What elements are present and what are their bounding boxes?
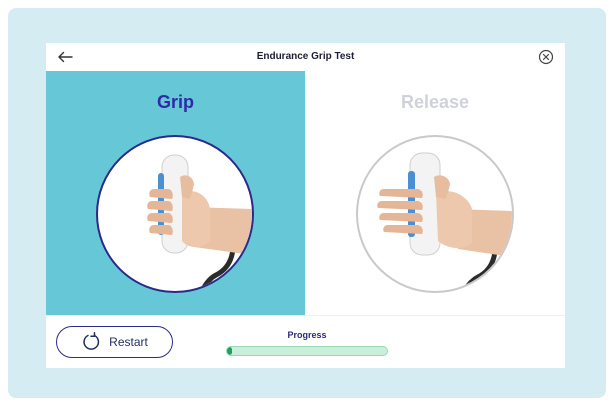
restart-label: Restart — [109, 335, 148, 349]
release-label: Release — [400, 92, 470, 112]
progress-bar — [226, 346, 388, 356]
progress-fill — [227, 347, 232, 355]
release-pane: Release — [305, 71, 565, 315]
close-button[interactable] — [537, 48, 555, 66]
screen-header: Endurance Grip Test — [46, 43, 565, 71]
restart-button[interactable]: Restart — [56, 326, 173, 358]
device-screen: Endurance Grip Test Grip Release Restart… — [46, 43, 565, 368]
close-circle-icon — [538, 49, 554, 65]
hand-releasing-device-icon — [377, 152, 512, 291]
grip-pane: Grip — [46, 71, 305, 315]
hand-gripping-device-icon — [147, 154, 252, 291]
release-image-circle — [356, 135, 514, 293]
grip-label: Grip — [156, 92, 194, 112]
restart-icon — [83, 332, 100, 350]
grip-image-circle — [96, 135, 254, 293]
screen-footer: Restart Progress — [46, 315, 565, 368]
progress-label: Progress — [287, 330, 327, 340]
screen-title: Endurance Grip Test — [256, 51, 355, 62]
